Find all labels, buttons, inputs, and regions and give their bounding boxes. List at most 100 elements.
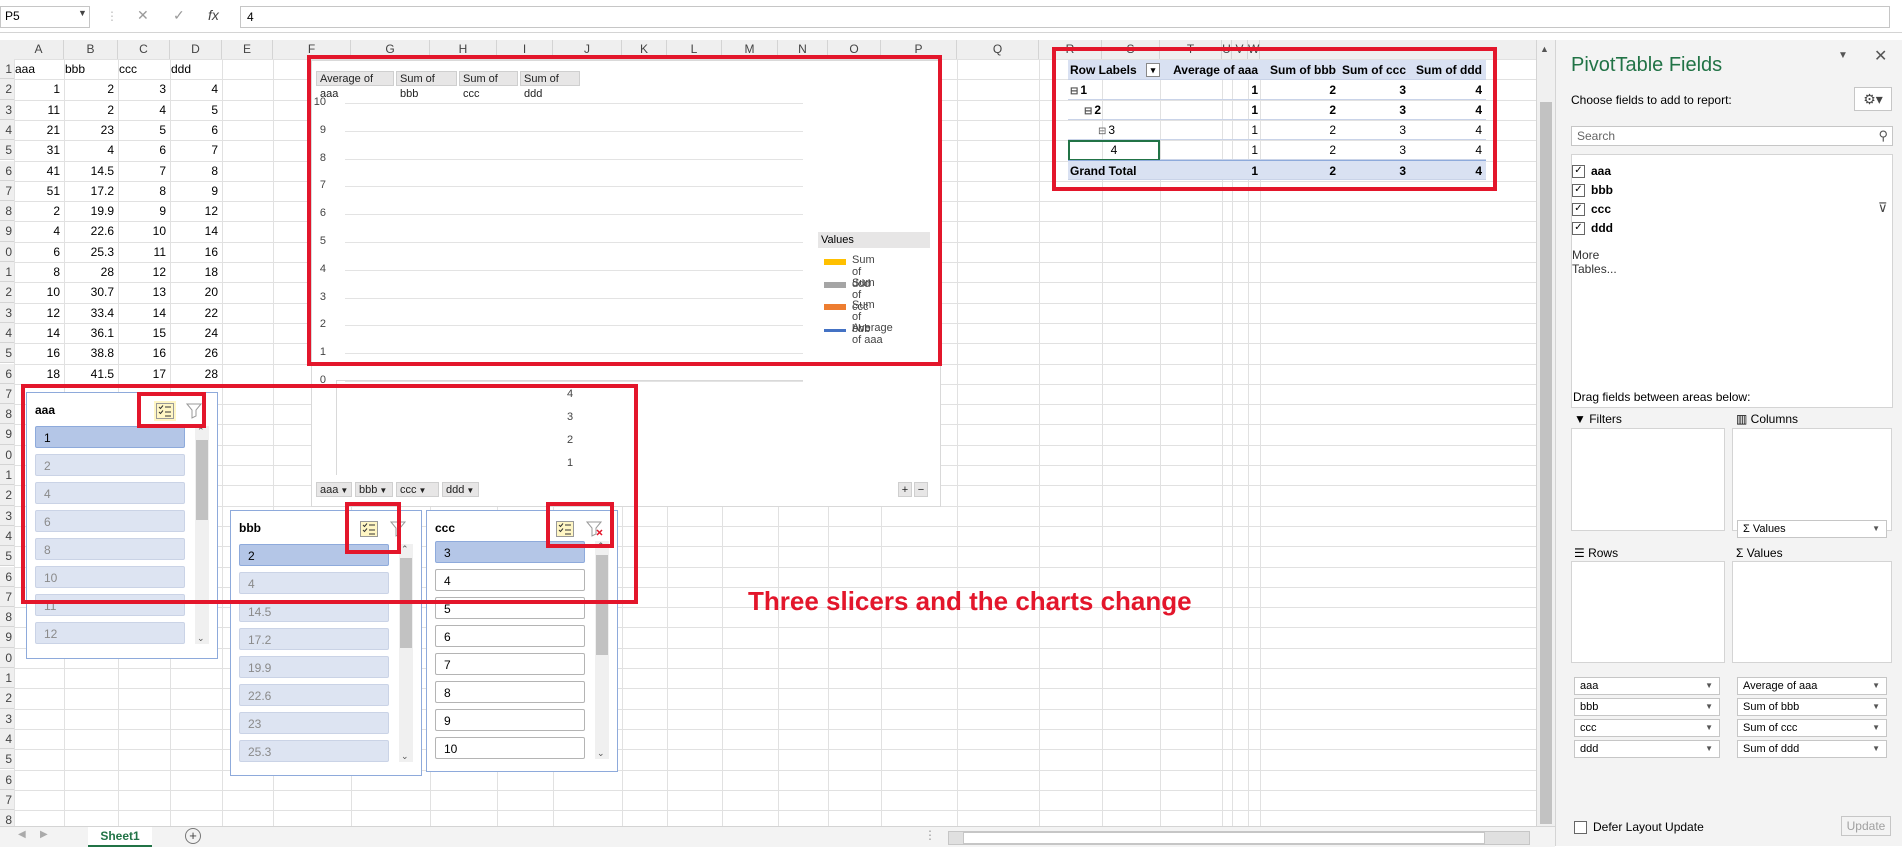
dropdown-arrow-icon[interactable]: ▼ bbox=[1705, 741, 1713, 757]
rows-field[interactable]: ddd ▼ bbox=[1574, 740, 1720, 758]
columns-area[interactable] bbox=[1732, 428, 1892, 531]
close-pane-icon[interactable]: ✕ bbox=[1874, 46, 1887, 66]
field-checkbox[interactable]: ✓ bbox=[1572, 221, 1585, 235]
slicer-item[interactable]: 23 bbox=[239, 712, 389, 734]
field-item[interactable]: ✓ ddd bbox=[1572, 221, 1613, 235]
slicer-item[interactable]: 8 bbox=[435, 681, 585, 703]
row-header[interactable]: 0 bbox=[0, 444, 14, 465]
values-field[interactable]: Sum of ddd ▼ bbox=[1737, 740, 1887, 758]
row-header[interactable]: 0 bbox=[0, 241, 14, 262]
row-header[interactable]: 4 bbox=[0, 728, 14, 750]
hscroll-thumb[interactable] bbox=[963, 832, 1485, 844]
row-header[interactable]: 4 bbox=[0, 119, 14, 141]
collapse-button[interactable]: − bbox=[914, 482, 928, 497]
formula-input[interactable]: 4 bbox=[240, 6, 1890, 28]
field-item[interactable]: ✓ ccc bbox=[1572, 202, 1611, 216]
scroll-down-icon[interactable]: ⌄ bbox=[401, 751, 409, 762]
dropdown-arrow-icon[interactable]: ▼ bbox=[1705, 678, 1713, 694]
field-item[interactable]: ✓ bbb bbox=[1572, 183, 1613, 197]
sheet-tab[interactable]: Sheet1 bbox=[88, 827, 152, 847]
column-header[interactable]: Q bbox=[957, 40, 1039, 59]
search-field[interactable]: Search ⚲ bbox=[1571, 126, 1893, 146]
column-header[interactable]: D bbox=[170, 40, 222, 59]
row-header[interactable]: 5 bbox=[0, 343, 14, 364]
values-field[interactable]: Sum of bbb ▼ bbox=[1737, 698, 1887, 716]
slicer-item[interactable]: 12 bbox=[35, 622, 185, 644]
cancel-icon[interactable]: ✕ bbox=[137, 7, 149, 24]
add-sheet-icon[interactable]: + bbox=[185, 828, 201, 844]
update-button[interactable]: Update bbox=[1841, 816, 1891, 836]
row-header[interactable]: 4 bbox=[0, 322, 14, 344]
expand-button[interactable]: + bbox=[898, 482, 912, 497]
rows-area[interactable] bbox=[1571, 561, 1725, 663]
row-header[interactable]: 6 bbox=[0, 769, 14, 790]
slicer-item[interactable]: 25.3 bbox=[239, 740, 389, 762]
row-header[interactable]: 3 bbox=[0, 708, 14, 729]
slicer-item[interactable]: 7 bbox=[435, 653, 585, 675]
row-header[interactable]: 9 bbox=[0, 424, 14, 445]
row-header[interactable]: 3 bbox=[0, 505, 14, 526]
search-icon[interactable]: ⚲ bbox=[1878, 128, 1888, 144]
tab-split-icon[interactable]: ⋮ bbox=[924, 828, 936, 842]
row-header[interactable]: 8 bbox=[0, 404, 14, 425]
slicer-item[interactable]: 9 bbox=[435, 709, 585, 731]
insert-function-icon[interactable]: fx bbox=[208, 7, 219, 23]
more-tables-link[interactable]: More Tables... bbox=[1572, 248, 1617, 276]
values-area[interactable] bbox=[1732, 561, 1892, 663]
row-header[interactable]: 5 bbox=[0, 546, 14, 567]
field-item[interactable]: ✓ aaa bbox=[1572, 164, 1611, 178]
dropdown-arrow-icon[interactable]: ▼ bbox=[1872, 720, 1880, 736]
prev-sheet-icon[interactable]: ◀ bbox=[18, 829, 26, 840]
scroll-down-icon[interactable]: ⌄ bbox=[597, 748, 605, 759]
column-header[interactable]: B bbox=[64, 40, 118, 59]
name-box-dropdown-icon[interactable]: ▼ bbox=[78, 8, 87, 18]
slicer-item[interactable]: 6 bbox=[435, 625, 585, 647]
field-checkbox[interactable]: ✓ bbox=[1572, 164, 1585, 178]
column-header[interactable]: C bbox=[118, 40, 170, 59]
values-field[interactable]: Average of aaa ▼ bbox=[1737, 677, 1887, 695]
row-header[interactable]: 4 bbox=[0, 525, 14, 547]
row-header[interactable]: 2 bbox=[0, 688, 14, 709]
row-header[interactable]: 8 bbox=[0, 201, 14, 222]
horizontal-scrollbar[interactable] bbox=[948, 831, 1530, 845]
values-field[interactable]: Sum of ccc ▼ bbox=[1737, 719, 1887, 737]
row-header[interactable]: 5 bbox=[0, 140, 14, 161]
rows-field[interactable]: ccc ▼ bbox=[1574, 719, 1720, 737]
field-checkbox[interactable]: ✓ bbox=[1572, 202, 1585, 216]
slicer-item[interactable]: 19.9 bbox=[239, 656, 389, 678]
row-header[interactable]: 6 bbox=[0, 160, 14, 181]
scroll-thumb[interactable] bbox=[1540, 102, 1552, 824]
row-header[interactable]: 7 bbox=[0, 789, 14, 811]
dropdown-arrow-icon[interactable]: ▼ bbox=[1872, 678, 1880, 694]
pane-options-dropdown-icon[interactable]: ▼ bbox=[1838, 50, 1848, 61]
gear-icon[interactable]: ⚙▾ bbox=[1854, 87, 1892, 111]
row-header[interactable]: 8 bbox=[0, 607, 14, 628]
scroll-down-icon[interactable]: ⌄ bbox=[197, 633, 205, 644]
row-header[interactable]: 3 bbox=[0, 99, 14, 120]
row-header[interactable]: 2 bbox=[0, 79, 14, 100]
row-header[interactable]: 2 bbox=[0, 282, 14, 303]
dropdown-arrow-icon[interactable]: ▼ bbox=[1705, 720, 1713, 736]
name-box[interactable]: P5 bbox=[0, 6, 90, 28]
rows-field[interactable]: bbb ▼ bbox=[1574, 698, 1720, 716]
dropdown-arrow-icon[interactable]: ▼ bbox=[1705, 699, 1713, 715]
row-header[interactable]: 1 bbox=[0, 465, 14, 486]
row-header[interactable]: 6 bbox=[0, 363, 14, 384]
dropdown-arrow-icon[interactable]: ▼ bbox=[1872, 699, 1880, 715]
slicer-item[interactable]: 10 bbox=[435, 737, 585, 759]
dropdown-arrow-icon[interactable]: ▼ bbox=[1872, 741, 1880, 757]
scroll-up-icon[interactable]: ▲ bbox=[1540, 44, 1549, 54]
row-header[interactable]: 6 bbox=[0, 566, 14, 587]
vertical-scrollbar[interactable]: ▲ bbox=[1536, 40, 1556, 826]
row-header[interactable]: 7 bbox=[0, 383, 14, 405]
columns-field[interactable]: Σ Values ▼ bbox=[1737, 520, 1887, 538]
enter-icon[interactable]: ✓ bbox=[173, 7, 185, 24]
row-header[interactable]: 3 bbox=[0, 302, 14, 323]
row-header[interactable]: 9 bbox=[0, 221, 14, 242]
defer-checkbox[interactable] bbox=[1574, 820, 1587, 834]
row-header[interactable]: 7 bbox=[0, 180, 14, 202]
row-header[interactable]: 1 bbox=[0, 262, 14, 283]
dropdown-arrow-icon[interactable]: ▼ bbox=[1872, 521, 1880, 537]
row-header[interactable]: 9 bbox=[0, 627, 14, 648]
filters-area[interactable] bbox=[1571, 428, 1725, 531]
